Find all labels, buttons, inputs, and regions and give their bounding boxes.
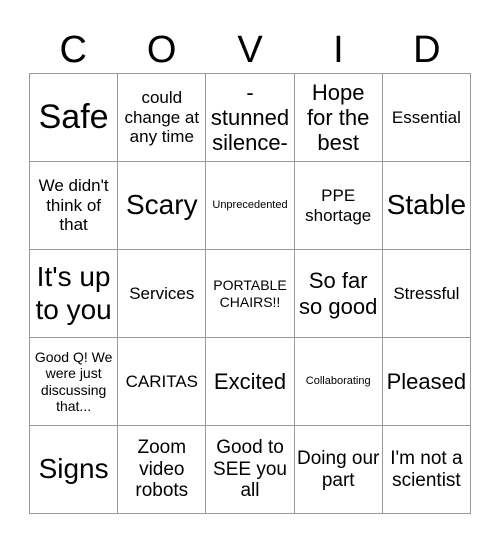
bingo-cell[interactable]: CARITAS (118, 338, 207, 426)
bingo-cell[interactable]: Stable (382, 162, 471, 250)
bingo-cell[interactable]: Stressful (382, 250, 471, 338)
header-letter-i: I (333, 29, 344, 71)
bingo-cell[interactable]: Doing our part (294, 426, 383, 514)
bingo-cell[interactable]: Good to SEE you all (206, 426, 295, 514)
bingo-grid: Safe could change at any time - stunned … (29, 73, 471, 514)
bingo-cell[interactable]: PORTABLE CHAIRS!! (206, 250, 295, 338)
bingo-cell[interactable]: PPE shortage (294, 162, 383, 250)
bingo-cell[interactable]: Safe (30, 74, 119, 162)
header-letter-c: C (59, 29, 87, 71)
bingo-cell[interactable]: Good Q! We were just discussing that... (30, 338, 119, 426)
bingo-cell[interactable]: Collaborating (294, 338, 383, 426)
header-letter-o: O (146, 29, 177, 71)
bingo-cell[interactable]: Scary (118, 162, 207, 250)
bingo-cell[interactable]: I'm not a scientist (382, 426, 471, 514)
bingo-cell[interactable]: Excited (206, 338, 295, 426)
bingo-cell[interactable]: Unprecedented (206, 162, 295, 250)
bingo-cell[interactable]: could change at any time (118, 74, 207, 162)
bingo-cell[interactable]: Services (118, 250, 207, 338)
bingo-cell[interactable]: Zoom video robots (118, 426, 207, 514)
header-letter-v: V (237, 29, 263, 71)
header-letter-d: D (413, 29, 441, 71)
bingo-cell[interactable]: Pleased (382, 338, 471, 426)
bingo-cell[interactable]: So far so good (294, 250, 383, 338)
bingo-cell[interactable]: Hope for the best (294, 74, 383, 162)
bingo-cell[interactable]: Signs (30, 426, 119, 514)
bingo-cell[interactable]: - stunned silence- (206, 74, 295, 162)
bingo-cell[interactable]: It's up to you (30, 250, 119, 338)
bingo-cell[interactable]: Essential (382, 74, 471, 162)
bingo-cell[interactable]: We didn't think of that (30, 162, 119, 250)
bingo-header: C O V I D (29, 28, 471, 72)
